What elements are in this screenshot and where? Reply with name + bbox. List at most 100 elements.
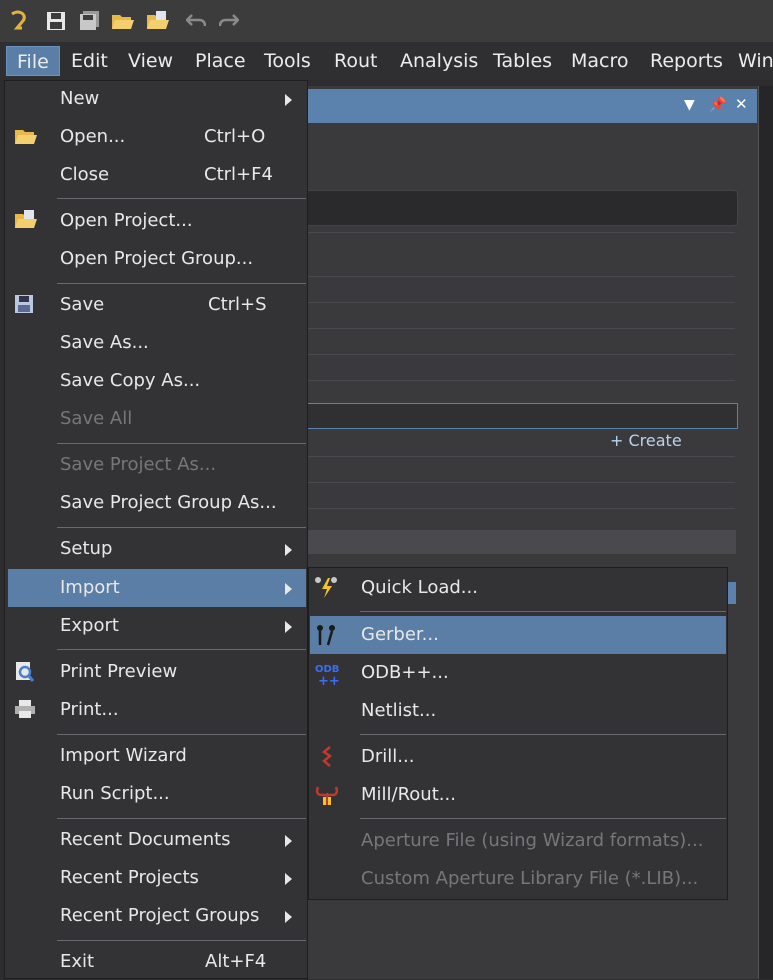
menu-macro[interactable]: Macro <box>561 46 639 76</box>
import-gerber[interactable]: Gerber... <box>310 616 726 654</box>
submenu-arrow-icon <box>285 911 292 923</box>
file-menu-export[interactable]: Export <box>4 608 306 644</box>
create-link[interactable]: + Create <box>610 431 682 450</box>
panel-selection-band <box>728 582 736 604</box>
menu-reports[interactable]: Reports <box>640 46 733 76</box>
panel-divider <box>300 232 735 233</box>
printer-icon <box>14 699 36 721</box>
import-netlist[interactable]: Netlist... <box>308 692 728 730</box>
menu-label: Recent Projects <box>60 867 199 888</box>
open-folder-icon[interactable] <box>111 9 135 33</box>
menu-label: Aperture File (using Wizard formats)... <box>361 830 704 851</box>
panel-divider <box>300 302 735 303</box>
redo-icon[interactable] <box>217 9 241 33</box>
import-quick-load[interactable]: Quick Load... <box>308 569 728 607</box>
file-menu-print[interactable]: Print... <box>4 692 306 728</box>
menu-label: Mill/Rout... <box>361 784 456 805</box>
panel-divider <box>300 482 735 483</box>
file-menu-setup[interactable]: Setup <box>4 531 306 567</box>
menu-analysis[interactable]: Analysis <box>390 46 488 76</box>
file-menu-save-copy-as[interactable]: Save Copy As... <box>4 363 306 399</box>
drill-icon <box>314 745 340 769</box>
shortcut-label: Ctrl+S <box>208 294 267 315</box>
app-logo-icon <box>6 9 30 33</box>
file-menu-new[interactable]: New <box>4 81 306 117</box>
menu-label: Save All <box>60 408 133 429</box>
menu-label: New <box>60 88 100 109</box>
file-menu-save-project-as: Save Project As... <box>4 447 306 483</box>
file-menu-import-wizard[interactable]: Import Wizard <box>4 738 306 774</box>
submenu-arrow-icon <box>285 583 292 595</box>
import-custom-aperture-library: Custom Aperture Library File (*.LIB)... <box>308 860 728 898</box>
menu-separator <box>57 649 306 650</box>
menu-label: Save As... <box>60 332 149 353</box>
menu-view[interactable]: View <box>118 46 183 76</box>
open-project-icon <box>14 210 37 232</box>
menu-separator <box>57 527 306 528</box>
import-odb[interactable]: ODB ++ ODB++... <box>308 654 728 692</box>
menu-separator <box>360 734 726 735</box>
menu-label: Print Preview <box>60 661 178 682</box>
panel-close-icon[interactable]: ✕ <box>735 95 748 113</box>
menu-separator <box>57 734 306 735</box>
panel-input[interactable] <box>300 403 738 429</box>
file-menu-recent-documents[interactable]: Recent Documents <box>4 822 306 858</box>
open-project-icon[interactable] <box>146 9 170 33</box>
menu-label: Export <box>60 615 119 636</box>
menu-label: Save Copy As... <box>60 370 201 391</box>
menu-file[interactable]: File <box>6 46 60 76</box>
menu-separator <box>57 283 306 284</box>
menu-label: Gerber... <box>361 624 439 645</box>
file-menu-recent-project-groups[interactable]: Recent Project Groups <box>4 898 306 934</box>
menu-label: Print... <box>60 699 119 720</box>
menu-label: Import <box>60 577 120 598</box>
file-menu-open-project[interactable]: Open Project... <box>4 203 306 239</box>
panel-search-bar[interactable] <box>300 190 738 226</box>
file-menu-open-project-group[interactable]: Open Project Group... <box>4 241 306 277</box>
save-all-icon[interactable] <box>78 9 102 33</box>
menu-tools[interactable]: Tools <box>254 46 321 76</box>
file-menu-save-project-group-as[interactable]: Save Project Group As... <box>4 485 306 521</box>
file-menu-exit[interactable]: Exit Alt+F4 <box>4 944 306 980</box>
submenu-arrow-icon <box>285 544 292 556</box>
file-menu-close[interactable]: Close Ctrl+F4 <box>4 157 306 193</box>
panel-pin-icon[interactable]: 📌 <box>709 97 726 113</box>
right-edge-panel <box>758 86 773 979</box>
import-drill[interactable]: Drill... <box>308 738 728 776</box>
file-menu-run-script[interactable]: Run Script... <box>4 776 306 812</box>
menu-tables[interactable]: Tables <box>483 46 562 76</box>
file-menu-import[interactable]: Import <box>8 569 306 607</box>
import-mill-rout[interactable]: Mill/Rout... <box>308 776 728 814</box>
import-aperture-file: Aperture File (using Wizard formats)... <box>308 822 728 860</box>
title-bar <box>0 0 773 42</box>
menu-place[interactable]: Place <box>185 46 256 76</box>
file-menu-save[interactable]: Save Ctrl+S <box>4 287 306 323</box>
odb-icon: ODB ++ <box>314 661 340 689</box>
save-icon <box>14 294 36 316</box>
menu-bar: File Edit View Place Tools Rout Analysis… <box>0 42 773 80</box>
submenu-arrow-icon <box>285 94 292 106</box>
file-menu-recent-projects[interactable]: Recent Projects <box>4 860 306 896</box>
panel-dropdown-icon[interactable]: ▼ <box>684 97 695 113</box>
save-icon[interactable] <box>44 9 68 33</box>
panel-divider <box>300 354 735 355</box>
menu-label: Open Project... <box>60 210 193 231</box>
file-menu-print-preview[interactable]: Print Preview <box>4 654 306 690</box>
undo-icon[interactable] <box>184 9 208 33</box>
menu-window[interactable]: Win <box>728 46 773 76</box>
svg-text:++: ++ <box>318 674 340 687</box>
quick-load-icon <box>314 576 340 600</box>
menu-separator <box>57 443 306 444</box>
menu-rout[interactable]: Rout <box>324 46 387 76</box>
panel-section-band <box>300 530 736 554</box>
menu-edit[interactable]: Edit <box>61 46 118 76</box>
menu-label: ODB++... <box>361 662 449 683</box>
menu-label: Custom Aperture Library File (*.LIB)... <box>361 868 699 889</box>
menu-label: Open Project Group... <box>60 248 254 269</box>
file-menu-save-as[interactable]: Save As... <box>4 325 306 361</box>
menu-label: Import Wizard <box>60 745 187 766</box>
panel-divider <box>300 276 735 277</box>
file-menu-open[interactable]: Open... Ctrl+O <box>4 119 306 155</box>
menu-separator <box>57 940 306 941</box>
menu-separator <box>360 611 726 612</box>
